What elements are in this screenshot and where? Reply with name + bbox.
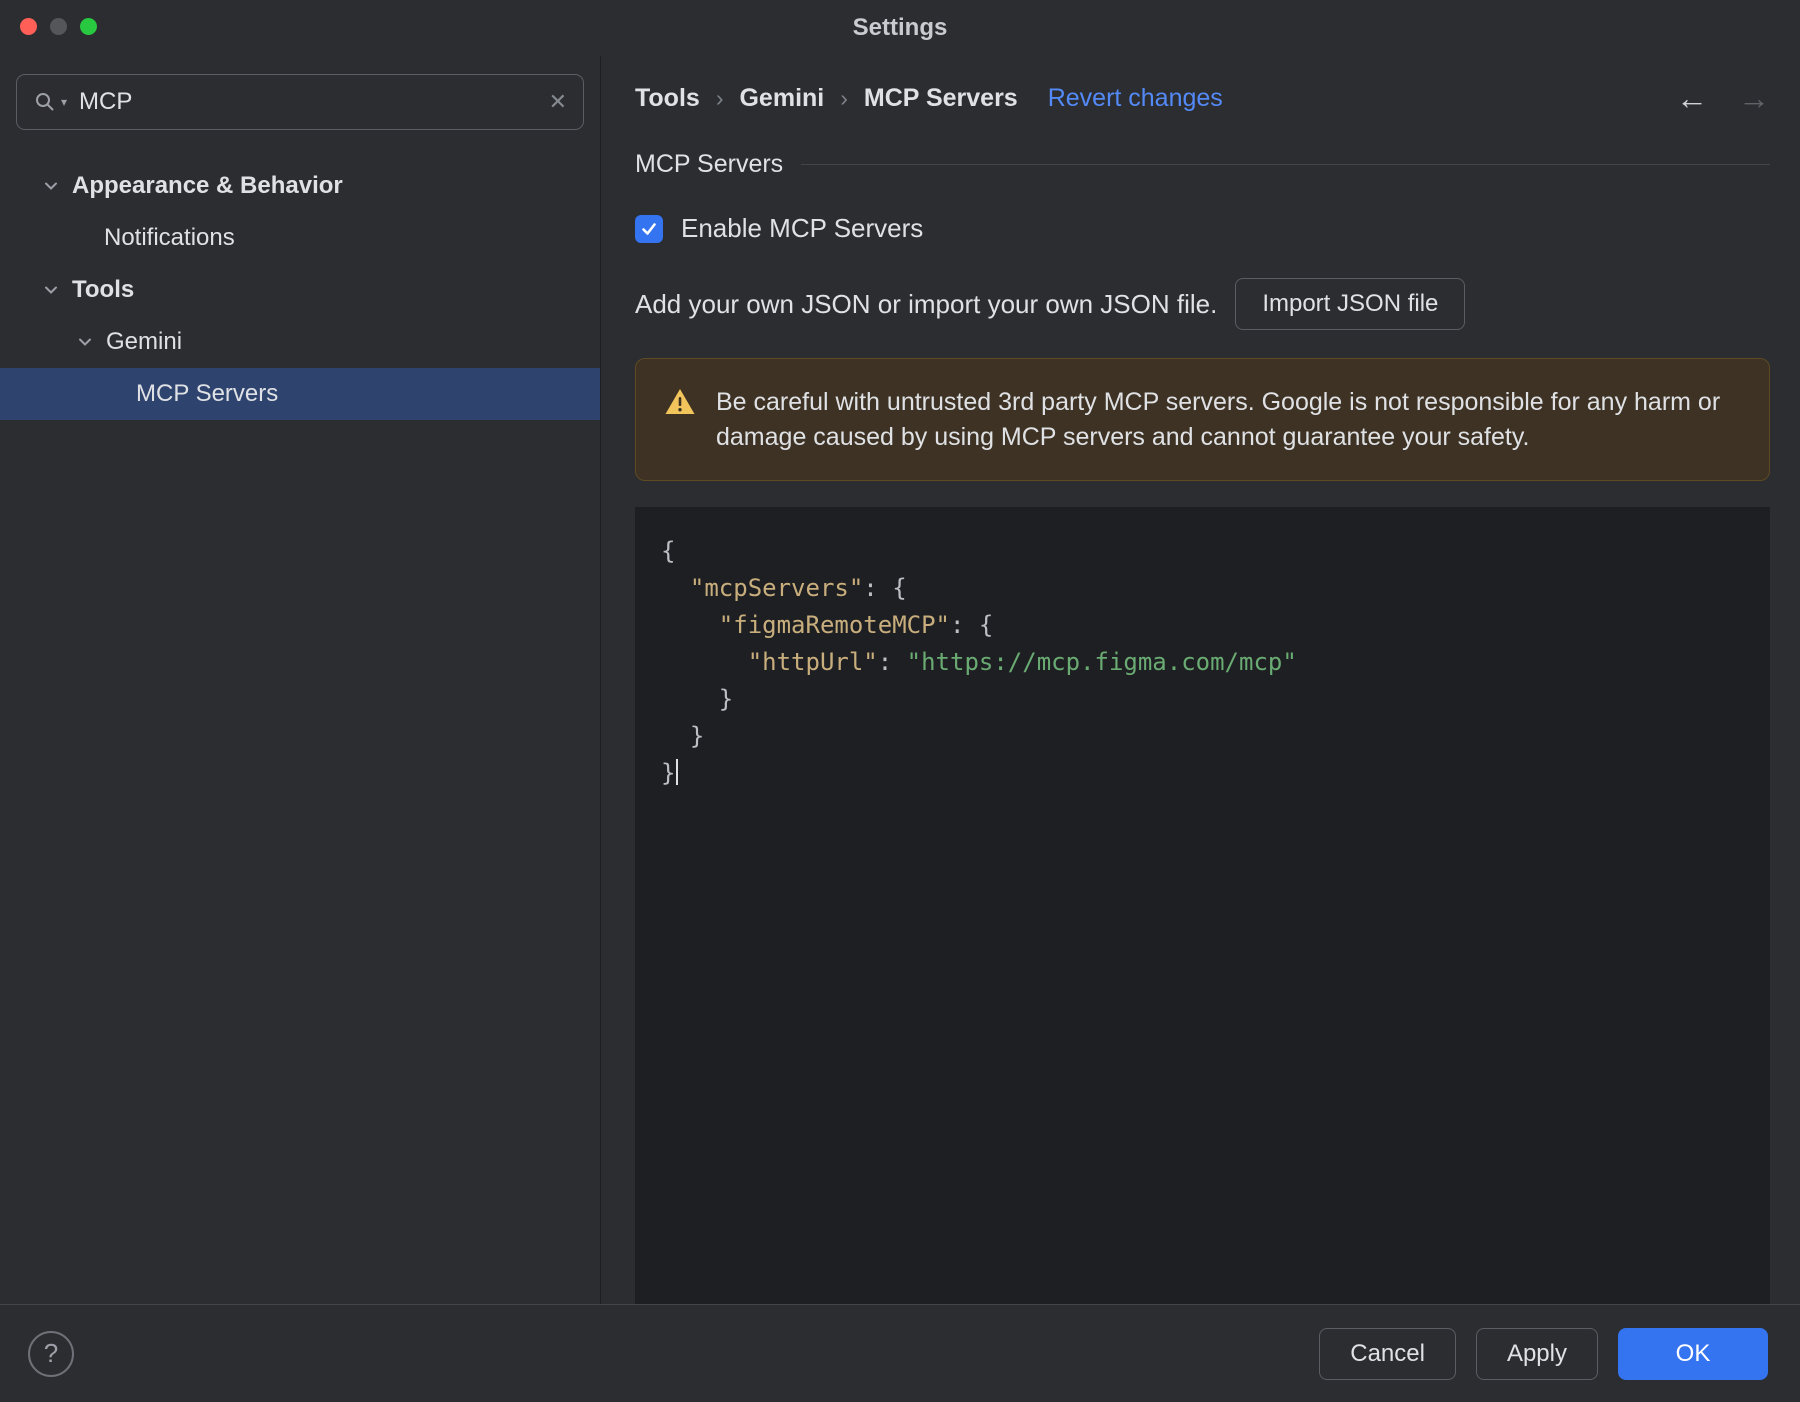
text-caret xyxy=(676,759,679,785)
sidebar-item-label: Appearance & Behavior xyxy=(72,172,343,199)
minimize-window-icon[interactable] xyxy=(50,18,67,35)
warning-text: Be careful with untrusted 3rd party MCP … xyxy=(716,388,1721,451)
breadcrumb: Tools › Gemini › MCP Servers Revert chan… xyxy=(635,82,1770,114)
warning-triangle-icon xyxy=(664,387,696,422)
import-json-file-button[interactable]: Import JSON file xyxy=(1235,278,1466,330)
search-history-chevron-icon[interactable]: ▾ xyxy=(61,95,67,109)
sidebar-item-gemini[interactable]: Gemini xyxy=(0,316,600,368)
sidebar-item-label: MCP Servers xyxy=(136,380,279,407)
enable-mcp-label: Enable MCP Servers xyxy=(681,213,924,243)
add-json-row: Add your own JSON or import your own JSO… xyxy=(635,278,1770,330)
settings-content: ▾ ✕ Appearance & Behavior Notifications … xyxy=(0,56,1800,1304)
close-window-icon[interactable] xyxy=(20,18,37,35)
settings-main-panel: Tools › Gemini › MCP Servers Revert chan… xyxy=(601,56,1800,1304)
section-title: MCP Servers xyxy=(635,150,784,178)
sidebar-item-appearance-behavior[interactable]: Appearance & Behavior xyxy=(0,160,600,212)
settings-sidebar: ▾ ✕ Appearance & Behavior Notifications … xyxy=(0,56,601,1304)
breadcrumb-item-gemini[interactable]: Gemini xyxy=(739,84,824,113)
breadcrumb-item-mcp-servers: MCP Servers xyxy=(863,83,1018,112)
enable-mcp-row: Enable MCP Servers xyxy=(635,213,1770,244)
titlebar: Settings xyxy=(0,0,1800,56)
chevron-down-icon[interactable] xyxy=(38,176,64,196)
search-input[interactable] xyxy=(79,88,549,116)
settings-search-field[interactable]: ▾ ✕ xyxy=(16,74,584,130)
sidebar-item-notifications[interactable]: Notifications xyxy=(0,212,600,264)
chevron-down-icon[interactable] xyxy=(38,280,64,300)
forward-arrow-icon: → xyxy=(1738,80,1770,116)
section-divider xyxy=(801,164,1770,165)
window-title: Settings xyxy=(852,14,948,41)
chevron-right-icon: › xyxy=(840,84,848,111)
chevron-down-icon[interactable] xyxy=(72,332,98,352)
sidebar-item-tools[interactable]: Tools xyxy=(0,264,600,316)
sidebar-item-label: Tools xyxy=(72,276,135,303)
apply-button[interactable]: Apply xyxy=(1475,1327,1598,1380)
add-json-text: Add your own JSON or import your own JSO… xyxy=(635,288,1218,319)
json-editor[interactable]: { "mcpServers": { "figmaRemoteMCP": { "h… xyxy=(635,507,1770,1304)
chevron-right-icon: › xyxy=(715,84,724,111)
enable-mcp-checkbox[interactable] xyxy=(635,214,663,243)
ok-button[interactable]: OK xyxy=(1618,1327,1768,1380)
sidebar-item-label: Notifications xyxy=(104,224,235,251)
breadcrumb-item-tools[interactable]: Tools xyxy=(635,84,700,113)
footer-bar: ? Cancel Apply OK xyxy=(0,1304,1800,1402)
cancel-button[interactable]: Cancel xyxy=(1319,1327,1456,1380)
settings-tree: Appearance & Behavior Notifications Tool… xyxy=(0,160,600,420)
zoom-window-icon[interactable] xyxy=(80,18,97,35)
help-button[interactable]: ? xyxy=(28,1330,74,1377)
search-icon xyxy=(33,90,57,114)
sidebar-item-mcp-servers[interactable]: MCP Servers xyxy=(0,368,600,420)
clear-search-icon[interactable]: ✕ xyxy=(549,89,567,115)
traffic-lights xyxy=(20,18,97,35)
section-header: MCP Servers xyxy=(635,150,1770,179)
sidebar-item-label: Gemini xyxy=(106,328,183,355)
revert-changes-link[interactable]: Revert changes xyxy=(1048,84,1223,113)
warning-banner: Be careful with untrusted 3rd party MCP … xyxy=(635,358,1770,481)
back-arrow-icon[interactable]: ← xyxy=(1676,82,1708,114)
